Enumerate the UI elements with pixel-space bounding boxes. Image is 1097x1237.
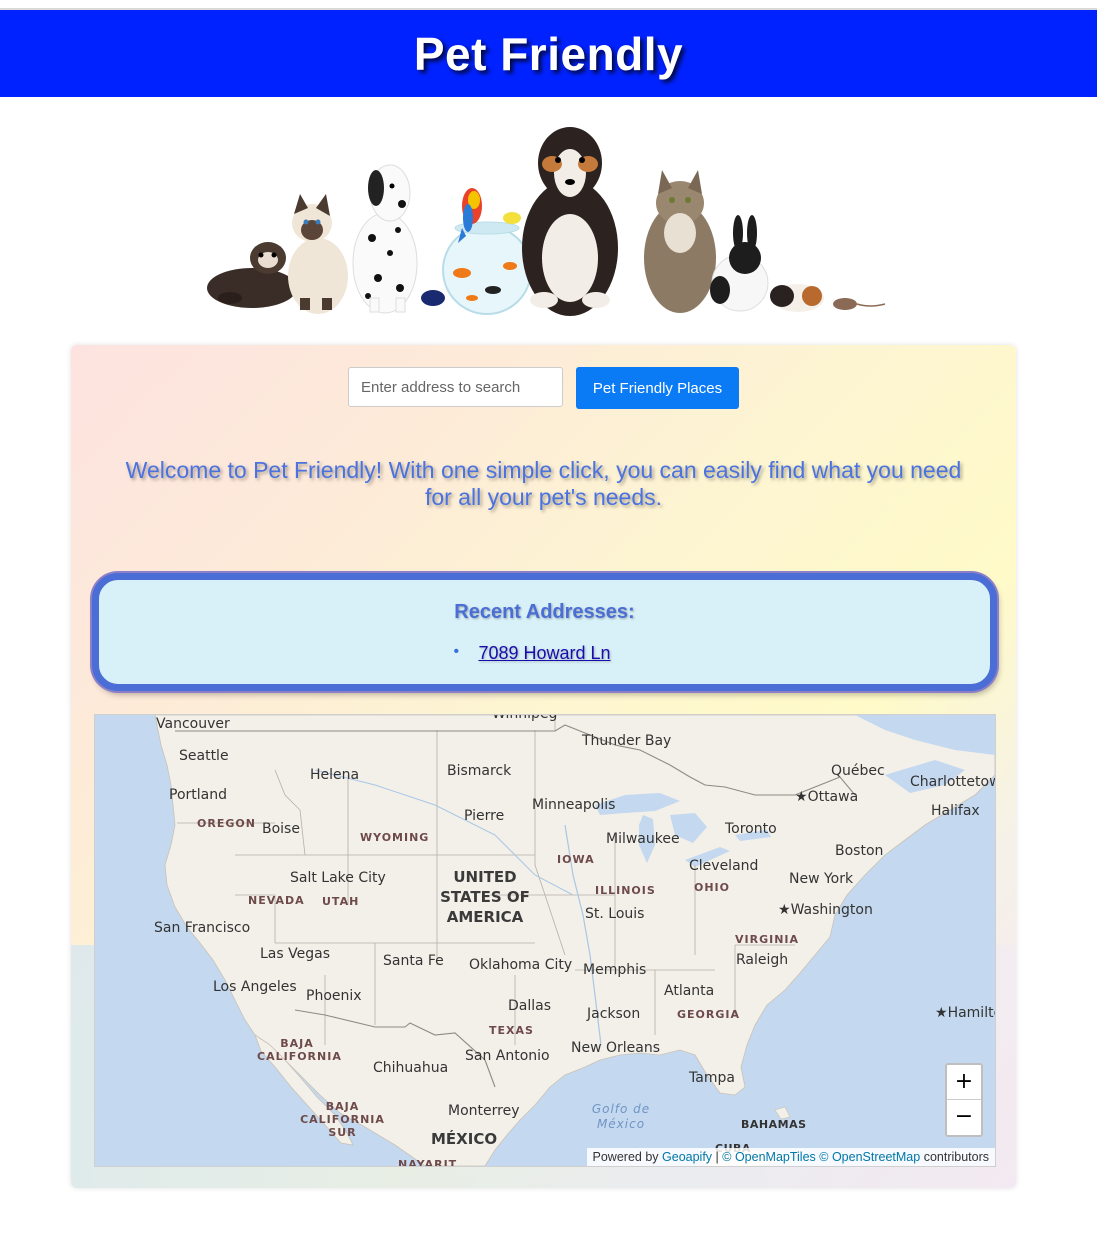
city-label: Jackson xyxy=(587,1006,641,1022)
capital-label: ★Washington xyxy=(778,902,873,918)
region-label: TEXAS xyxy=(489,1024,534,1037)
tabby-cat-illustration xyxy=(644,170,716,313)
site-title: Pet Friendly xyxy=(413,27,684,80)
city-label: Halifax xyxy=(931,803,980,819)
region-label: BAHAMAS xyxy=(741,1118,807,1131)
pets-banner-image xyxy=(207,127,886,316)
region-label: NAYARIT xyxy=(398,1158,458,1167)
recent-addresses-title: Recent Addresses: xyxy=(454,601,635,623)
frog-illustration xyxy=(421,290,445,306)
zoom-out-button[interactable]: − xyxy=(947,1100,981,1134)
city-label: Monterrey xyxy=(448,1103,520,1119)
region-label: GEORGIA xyxy=(677,1008,740,1021)
geoapify-link[interactable]: Geoapify xyxy=(662,1150,712,1164)
recent-addresses-list: 7089 Howard Ln xyxy=(99,643,990,664)
city-label: Cleveland xyxy=(689,858,759,874)
city-label: San Antonio xyxy=(465,1048,550,1064)
main-card: Pet Friendly Places Welcome to Pet Frien… xyxy=(71,345,1016,1188)
city-label: St. Louis xyxy=(585,906,645,922)
siamese-cat-illustration xyxy=(288,194,348,314)
map-labels: Vancouver Seattle Portland Helena Bismar… xyxy=(95,715,995,1166)
openmaptiles-link[interactable]: © OpenMapTiles xyxy=(722,1150,816,1164)
region-label: OREGON xyxy=(197,817,256,830)
city-label: Salt Lake City xyxy=(290,870,386,886)
region-label: ILLINOIS xyxy=(595,884,656,897)
city-label: Chihuahua xyxy=(373,1060,449,1076)
list-item: 7089 Howard Ln xyxy=(453,643,610,664)
region-label: WYOMING xyxy=(360,831,430,844)
city-label: Seattle xyxy=(179,748,229,764)
ferret-illustration xyxy=(207,242,297,308)
dalmatian-illustration xyxy=(352,164,418,314)
city-label: Minneapolis xyxy=(532,797,616,813)
capital-label: ★Ottawa xyxy=(795,789,859,805)
city-label: Portland xyxy=(169,787,227,803)
region-label: UTAH xyxy=(322,895,360,908)
recent-address-link[interactable]: 7089 Howard Ln xyxy=(478,643,610,663)
pet-friendly-places-button[interactable]: Pet Friendly Places xyxy=(576,367,739,409)
city-label: Québec xyxy=(831,763,885,779)
city-label: Helena xyxy=(310,767,360,783)
city-label: Santa Fe xyxy=(383,953,444,969)
city-label: Tampa xyxy=(689,1070,735,1086)
collie-illustration xyxy=(522,127,618,316)
city-label: Raleigh xyxy=(736,952,789,968)
city-label: Los Angeles xyxy=(213,979,297,995)
guinea-pig-illustration xyxy=(770,284,824,312)
city-label: Las Vegas xyxy=(260,946,330,962)
city-label: Oklahoma City xyxy=(469,957,573,973)
rabbit-illustration xyxy=(710,215,769,312)
map-attribution: Powered by Geoapify | © OpenMapTiles © O… xyxy=(586,1148,995,1166)
region-label: NEVADA xyxy=(248,894,305,907)
country-label: MÉXICO xyxy=(431,1130,498,1148)
city-label: Boston xyxy=(835,843,884,859)
water-label: Golfo de México xyxy=(591,1102,651,1131)
city-label: Vancouver xyxy=(156,716,230,732)
city-label: Thunder Bay xyxy=(582,733,672,749)
city-label: Memphis xyxy=(583,962,647,978)
zoom-control: + − xyxy=(945,1063,983,1137)
city-label: Dallas xyxy=(508,998,552,1014)
city-label: Bismarck xyxy=(447,763,512,779)
city-label: Phoenix xyxy=(306,988,362,1004)
region-label: VIRGINIA xyxy=(735,933,800,946)
city-label: New Orleans xyxy=(571,1040,661,1056)
recent-addresses-panel: Recent Addresses: 7089 Howard Ln xyxy=(92,573,997,691)
city-label: San Francisco xyxy=(154,920,251,936)
welcome-message: Welcome to Pet Friendly! With one simple… xyxy=(125,457,962,510)
region-label: IOWA xyxy=(557,853,595,866)
city-label: Charlottetown xyxy=(910,774,995,790)
region-label: BAJA CALIFORNIA SUR xyxy=(300,1100,385,1139)
site-header: Pet Friendly xyxy=(0,10,1097,97)
city-label: Pierre xyxy=(464,808,505,824)
map[interactable]: Vancouver Seattle Portland Helena Bismar… xyxy=(94,714,996,1167)
address-search-input[interactable] xyxy=(348,367,563,407)
budgie-illustration xyxy=(503,212,521,224)
city-label: Toronto xyxy=(725,821,777,837)
capital-label: ★Hamilton xyxy=(935,1005,995,1021)
zoom-in-button[interactable]: + xyxy=(947,1065,981,1099)
openstreetmap-link[interactable]: © OpenStreetMap xyxy=(819,1150,920,1164)
city-label: Milwaukee xyxy=(606,831,680,847)
city-label: Atlanta xyxy=(664,983,715,999)
region-label: BAJA CALIFORNIA xyxy=(257,1037,342,1063)
city-label: Boise xyxy=(262,821,300,837)
city-label: Winnipeg xyxy=(492,714,558,722)
city-label: New York xyxy=(789,871,854,887)
fishbowl-illustration xyxy=(442,221,532,315)
mouse-illustration xyxy=(833,298,886,310)
country-label: UNITED STATES OF AMERICA xyxy=(440,868,530,926)
region-label: OHIO xyxy=(694,881,731,894)
